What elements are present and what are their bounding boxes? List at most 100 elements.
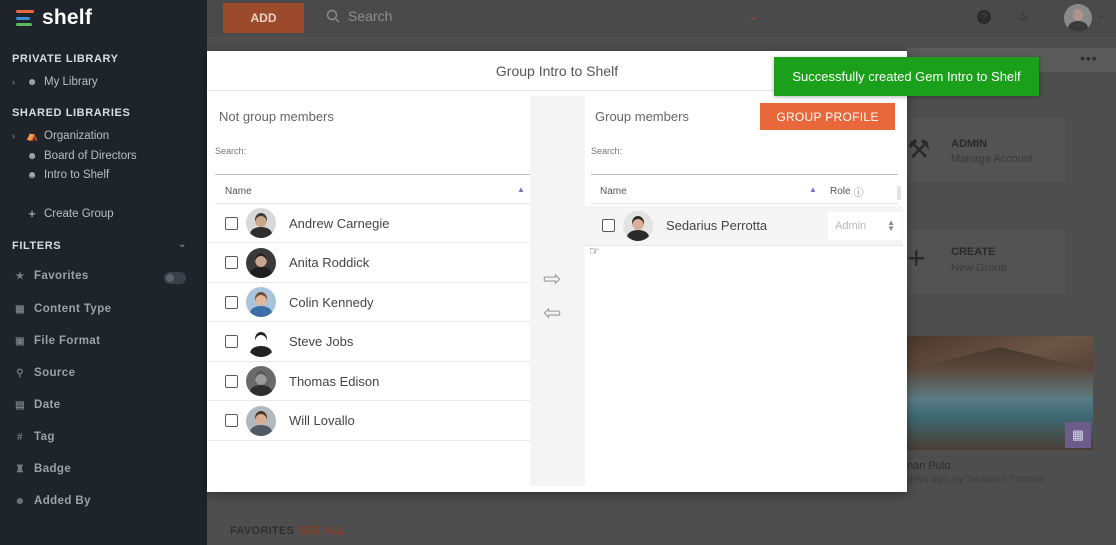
avatar[interactable] (1064, 4, 1092, 32)
favorites-toggle[interactable] (164, 272, 186, 284)
transfer-controls (530, 96, 585, 486)
create-group-button[interactable]: + Create Group (12, 206, 114, 221)
member-name: Sedarius Perrotta (666, 218, 768, 233)
plus-icon: + (28, 206, 36, 221)
filter-source[interactable]: ⚲ Source (14, 367, 75, 379)
arrow-left-icon[interactable]: ⇦ (543, 302, 561, 324)
table-row[interactable]: Sedarius Perrotta Admin ▲ ▼ (585, 206, 903, 246)
search-bar[interactable]: Search (326, 8, 392, 24)
building-icon: ⛺ (26, 130, 39, 142)
members-name-header[interactable]: Name (591, 180, 822, 204)
more-icon[interactable]: ••• (1080, 50, 1098, 66)
gem-thumbnail[interactable]: ▦ (907, 336, 1093, 450)
create-card-subtitle: New Group (951, 262, 1007, 274)
members-search-input[interactable] (591, 174, 898, 175)
group-members-modal: Group Intro to Shelf Not group members S… (207, 51, 907, 492)
sort-asc-icon[interactable]: ▲ (809, 185, 817, 194)
sidebar-item-my-library[interactable]: › ☻ My Library (12, 76, 98, 88)
plus-icon: + (907, 240, 926, 276)
admin-card-subtitle: Manage Account (951, 153, 1033, 165)
table-row[interactable]: Anita Roddick (209, 244, 530, 283)
member-name: Colin Kennedy (289, 294, 374, 310)
filter-content-type[interactable]: ▦ Content Type (14, 303, 111, 315)
search-icon: ⚲ (16, 367, 24, 379)
sidebar-item-label: Board of Directors (44, 150, 137, 162)
non-members-search-label: Search: (215, 146, 247, 156)
sidebar-item-label: My Library (44, 76, 98, 88)
filter-label: Added By (34, 495, 91, 507)
table-row[interactable]: Will Lovallo (209, 402, 530, 441)
help-icon[interactable]: ? (977, 10, 991, 24)
row-checkbox[interactable] (225, 256, 238, 269)
filter-label: Date (34, 399, 61, 411)
member-name: Steve Jobs (289, 334, 354, 349)
favorites-label: FAVORITES (230, 525, 295, 537)
chevron-down-icon[interactable]: ⌄ (178, 239, 186, 250)
member-name: Will Lovallo (289, 413, 355, 428)
search-placeholder: Search (348, 8, 393, 24)
sort-asc-icon[interactable]: ▲ (517, 185, 525, 194)
table-row[interactable]: Steve Jobs (209, 323, 530, 362)
sidebar-item-label: Organization (44, 130, 110, 142)
role-column-label: Role (830, 186, 851, 197)
avatar (246, 326, 276, 357)
create-group-label: Create Group (44, 207, 114, 220)
avatar (246, 208, 276, 238)
row-checkbox[interactable] (225, 216, 238, 230)
filter-label: File Format (34, 335, 101, 347)
sidebar-item-intro-to-shelf[interactable]: ☻ Intro to Shelf (12, 169, 109, 181)
filter-badge[interactable]: ♜ Badge (14, 463, 71, 475)
non-members-panel: Not group members Search: Name ▲ Andrew … (209, 96, 530, 486)
group-profile-button[interactable]: GROUP PROFILE (760, 103, 895, 130)
table-row[interactable]: Andrew Carnegie (209, 204, 530, 243)
sidebar-item-label: Intro to Shelf (44, 169, 110, 181)
filter-label: Source (34, 367, 76, 379)
bell-icon[interactable]: ♨ (1017, 8, 1031, 23)
shelf-logo-icon (16, 8, 36, 28)
members-role-header[interactable]: Role ⓘ (822, 180, 898, 204)
table-row[interactable]: Thomas Edison (209, 362, 530, 401)
row-checkbox[interactable] (602, 219, 615, 232)
member-name: Anita Roddick (289, 255, 370, 270)
user-icon: ☻ (26, 76, 38, 88)
group-icon: ☻ (26, 150, 38, 162)
tools-icon: ⚒ (907, 134, 931, 164)
members-heading: Group members (595, 109, 689, 124)
brand-name: shelf (42, 6, 93, 29)
members-search-label: Search: (591, 146, 623, 156)
shelf-logo[interactable]: shelf (16, 6, 92, 30)
row-checkbox[interactable] (225, 414, 238, 427)
star-icon: ★ (15, 270, 25, 282)
chevron-right-icon: › (12, 131, 15, 141)
filter-added-by[interactable]: ☻ Added By (14, 495, 91, 507)
row-checkbox[interactable] (225, 374, 238, 388)
avatar (246, 287, 276, 317)
row-checkbox[interactable] (225, 335, 238, 348)
chevron-right-icon: › (12, 77, 15, 87)
see-all-link[interactable]: SEE ALL (298, 525, 346, 537)
favorites-section: FAVORITES SEE ALL (230, 525, 346, 537)
name-column-label: Name (600, 186, 627, 197)
add-button[interactable]: ADD (223, 3, 304, 33)
role-value: Admin (835, 220, 867, 232)
arrow-right-icon[interactable]: ⇨ (543, 268, 561, 290)
search-chevron-down-icon[interactable]: ⌄ (748, 9, 758, 23)
hash-icon: # (17, 431, 23, 443)
cursor-icon: ☞ (589, 244, 600, 258)
table-row[interactable]: Colin Kennedy (209, 283, 530, 322)
filter-file-format[interactable]: ▣ File Format (14, 335, 100, 347)
filter-favorites[interactable]: ★ Favorites (14, 270, 89, 282)
sidebar-item-organization[interactable]: › ⛺ Organization (12, 130, 109, 142)
admin-card[interactable] (907, 118, 1065, 182)
filter-label: Tag (34, 431, 55, 443)
sidebar-item-board-of-directors[interactable]: ☻ Board of Directors (12, 150, 137, 162)
filter-tag[interactable]: # Tag (14, 431, 55, 443)
non-members-search-input[interactable] (215, 174, 530, 175)
chevron-down-icon[interactable]: ⌄ (1097, 10, 1105, 21)
scrollbar[interactable] (897, 186, 901, 200)
non-members-name-header[interactable]: Name (215, 180, 530, 204)
role-select[interactable]: Admin ▲ ▼ (828, 212, 902, 240)
row-checkbox[interactable] (225, 295, 238, 309)
badge-icon: ♜ (15, 463, 25, 475)
filter-date[interactable]: ▤ Date (14, 399, 61, 411)
